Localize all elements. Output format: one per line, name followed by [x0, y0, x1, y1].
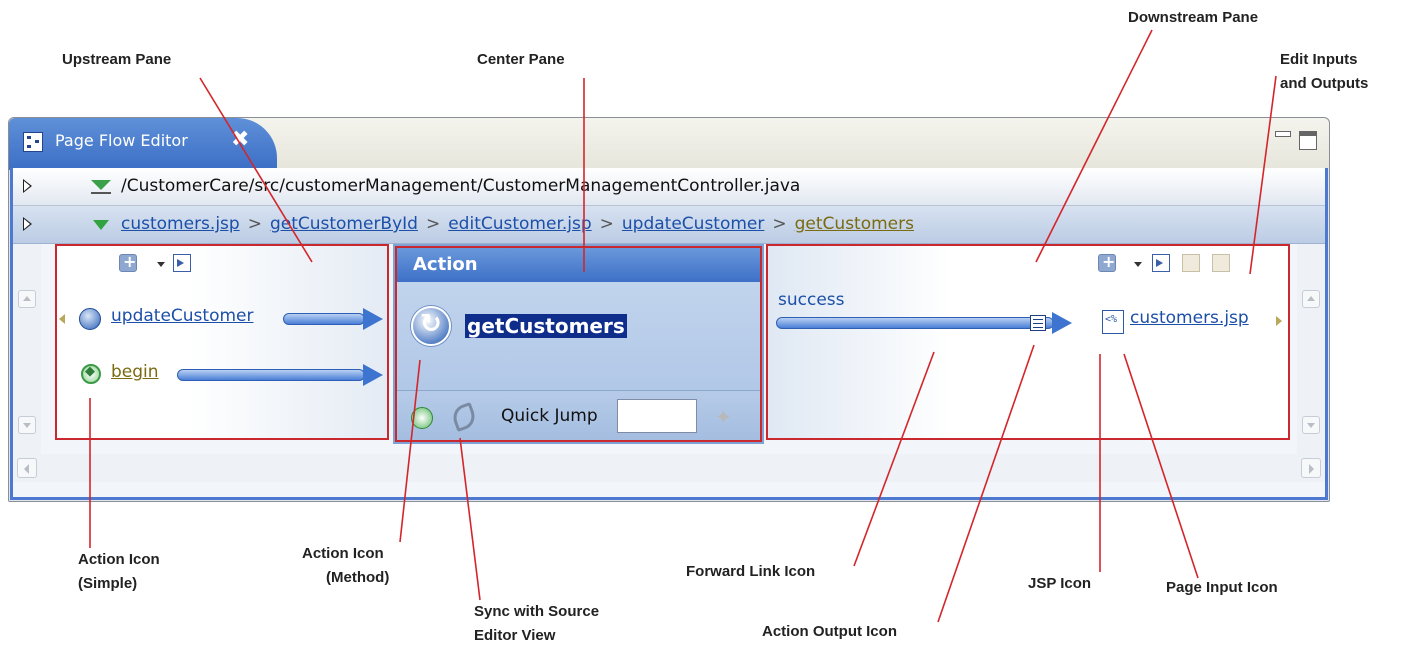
scroll-down-button[interactable] [18, 416, 36, 434]
chevron-down-icon[interactable] [157, 262, 165, 267]
scroll-down-button[interactable] [1302, 416, 1320, 434]
action-simple-icon [79, 308, 101, 330]
upstream-link-update-customer[interactable]: updateCustomer [111, 306, 253, 326]
breadcrumb-link[interactable]: getCustomerById [270, 214, 418, 234]
flow-arrow [283, 308, 383, 330]
refresh-icon[interactable] [411, 407, 433, 429]
more-left-icon [59, 314, 65, 324]
center-pane: Action getCustomers Quick Jump ✦ [393, 244, 764, 444]
expand-toggle-icon[interactable] [23, 179, 32, 193]
callout-sync-1: Sync with Source [474, 603, 600, 620]
breadcrumb-separator: > [247, 214, 262, 234]
begin-action-icon [81, 364, 101, 384]
expand-toggle-icon[interactable] [23, 217, 32, 231]
tab-page-flow-editor[interactable]: Page Flow Editor ✖ [9, 118, 277, 170]
sync-with-source-icon[interactable] [449, 401, 479, 433]
downstream-scrollbar[interactable] [1297, 244, 1325, 454]
callout-action-method-2: (Method) [326, 569, 390, 586]
chevron-down-icon[interactable] [1134, 262, 1142, 267]
breadcrumb-separator: > [599, 214, 614, 234]
add-node-icon[interactable] [1098, 252, 1116, 272]
action-method-name[interactable]: getCustomers [465, 314, 627, 338]
tab-title: Page Flow Editor [55, 131, 188, 150]
callout-forward-link: Forward Link Icon [686, 563, 816, 580]
center-pane-frame: Action getCustomers Quick Jump ✦ [395, 246, 762, 442]
edit-inputs-icon[interactable] [1212, 254, 1230, 272]
breadcrumb-link[interactable]: editCustomer.jsp [448, 214, 591, 234]
action-header: Action [397, 248, 760, 282]
page-flow-icon [23, 132, 43, 152]
add-node-icon[interactable] [119, 252, 137, 272]
callout-action-simple-2: (Simple) [78, 575, 138, 592]
export-icon[interactable] [173, 254, 191, 272]
action-method-icon [411, 306, 451, 346]
horizontal-scrollbar[interactable] [13, 454, 1325, 482]
page-flow-editor: Page Flow Editor ✖ /CustomerCare/src/cus… [8, 117, 1330, 502]
breadcrumb-current[interactable]: getCustomers [795, 214, 914, 234]
forward-label: success [778, 290, 845, 310]
quick-jump-label: Quick Jump [501, 406, 598, 426]
breadcrumb-trail: customers.jsp > getCustomerById > editCustom… [121, 214, 914, 234]
breadcrumb: customers.jsp > getCustomerById > editCustom… [13, 206, 1325, 244]
callout-jsp-icon: JSP Icon [1028, 575, 1092, 592]
callout-page-input: Page Input Icon [1166, 579, 1278, 596]
callout-action-output: Action Output Icon [762, 623, 897, 640]
callout-edit-io-1: Edit Inputs [1280, 51, 1358, 68]
upstream-pane: updateCustomer begin [55, 244, 389, 440]
breadcrumb-link[interactable]: customers.jsp [121, 214, 240, 234]
export-icon[interactable] [1152, 254, 1170, 272]
controller-file-icon [91, 178, 115, 195]
file-path-bar: /CustomerCare/src/customerManagement/Cus… [13, 168, 1325, 206]
file-path: /CustomerCare/src/customerManagement/Cus… [121, 176, 801, 196]
breadcrumb-link[interactable]: updateCustomer [622, 214, 764, 234]
edit-outputs-icon[interactable] [1182, 254, 1200, 272]
forward-link-icon[interactable] [776, 312, 1072, 334]
close-icon[interactable]: ✖ [231, 127, 249, 152]
editor-body: /CustomerCare/src/customerManagement/Cus… [10, 168, 1328, 500]
jsp-icon [1102, 310, 1124, 334]
action-footer: Quick Jump ✦ [397, 390, 760, 440]
quick-jump-input[interactable] [617, 399, 697, 433]
pin-icon[interactable]: ✦ [715, 405, 735, 429]
downstream-link-customers-jsp[interactable]: customers.jsp [1130, 308, 1249, 328]
upstream-link-begin[interactable]: begin [111, 362, 159, 382]
callout-upstream-pane: Upstream Pane [62, 51, 172, 68]
scroll-right-button[interactable] [1301, 458, 1321, 478]
callout-action-simple-1: Action Icon [78, 551, 160, 568]
page-input-icon[interactable] [1276, 316, 1282, 326]
callout-sync-2: Editor View [474, 627, 556, 644]
callout-downstream-pane: Downstream Pane [1128, 9, 1259, 26]
flow-arrow [177, 364, 383, 386]
collapse-arrow-icon[interactable] [93, 220, 109, 230]
action-output-icon[interactable] [1030, 315, 1046, 331]
scroll-left-button[interactable] [17, 458, 37, 478]
scroll-up-button[interactable] [1302, 290, 1320, 308]
scroll-up-button[interactable] [18, 290, 36, 308]
tab-bar: Page Flow Editor ✖ [9, 118, 1329, 170]
callout-center-pane: Center Pane [477, 51, 565, 68]
minimize-icon[interactable] [1275, 131, 1291, 137]
callout-edit-io-2: and Outputs [1280, 75, 1369, 92]
breadcrumb-separator: > [772, 214, 787, 234]
callout-action-method-1: Action Icon [302, 545, 384, 562]
downstream-pane: success customers.jsp [766, 244, 1290, 440]
upstream-scrollbar[interactable] [13, 244, 41, 454]
maximize-icon[interactable] [1299, 131, 1317, 150]
breadcrumb-separator: > [425, 214, 441, 234]
